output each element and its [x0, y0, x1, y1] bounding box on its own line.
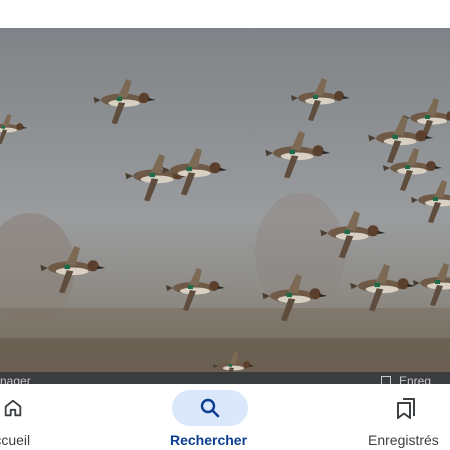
nav-label-home: Accueil [0, 432, 31, 448]
image-caption-strip: nager Enreg [0, 372, 450, 384]
nav-item-search[interactable]: Rechercher [160, 384, 260, 450]
nav-label-saved: Enregistrés [368, 432, 439, 448]
screen: nager Enreg Accueil Rechercher [0, 0, 450, 450]
home-icon [4, 399, 22, 417]
search-icon [200, 398, 220, 418]
nav-label-search: Rechercher [170, 432, 248, 448]
bookmark-icon [381, 376, 391, 384]
search-icon-pill [172, 390, 248, 426]
nav-item-home[interactable]: Accueil [0, 384, 41, 450]
bookmarks-icon-container [390, 390, 422, 426]
duck-photo-image [0, 28, 450, 372]
home-icon-container [0, 390, 29, 426]
bookmarks-icon [397, 398, 415, 419]
caption-left-text: nager [0, 374, 31, 384]
duck-photo[interactable] [0, 28, 450, 372]
nav-item-saved[interactable]: Enregistrés [366, 384, 450, 450]
save-caption-text: Enreg [399, 374, 432, 384]
save-caption[interactable]: Enreg [381, 374, 431, 384]
bottom-navigation: Accueil Rechercher Enregistrés [0, 384, 450, 450]
top-bar [0, 0, 450, 28]
